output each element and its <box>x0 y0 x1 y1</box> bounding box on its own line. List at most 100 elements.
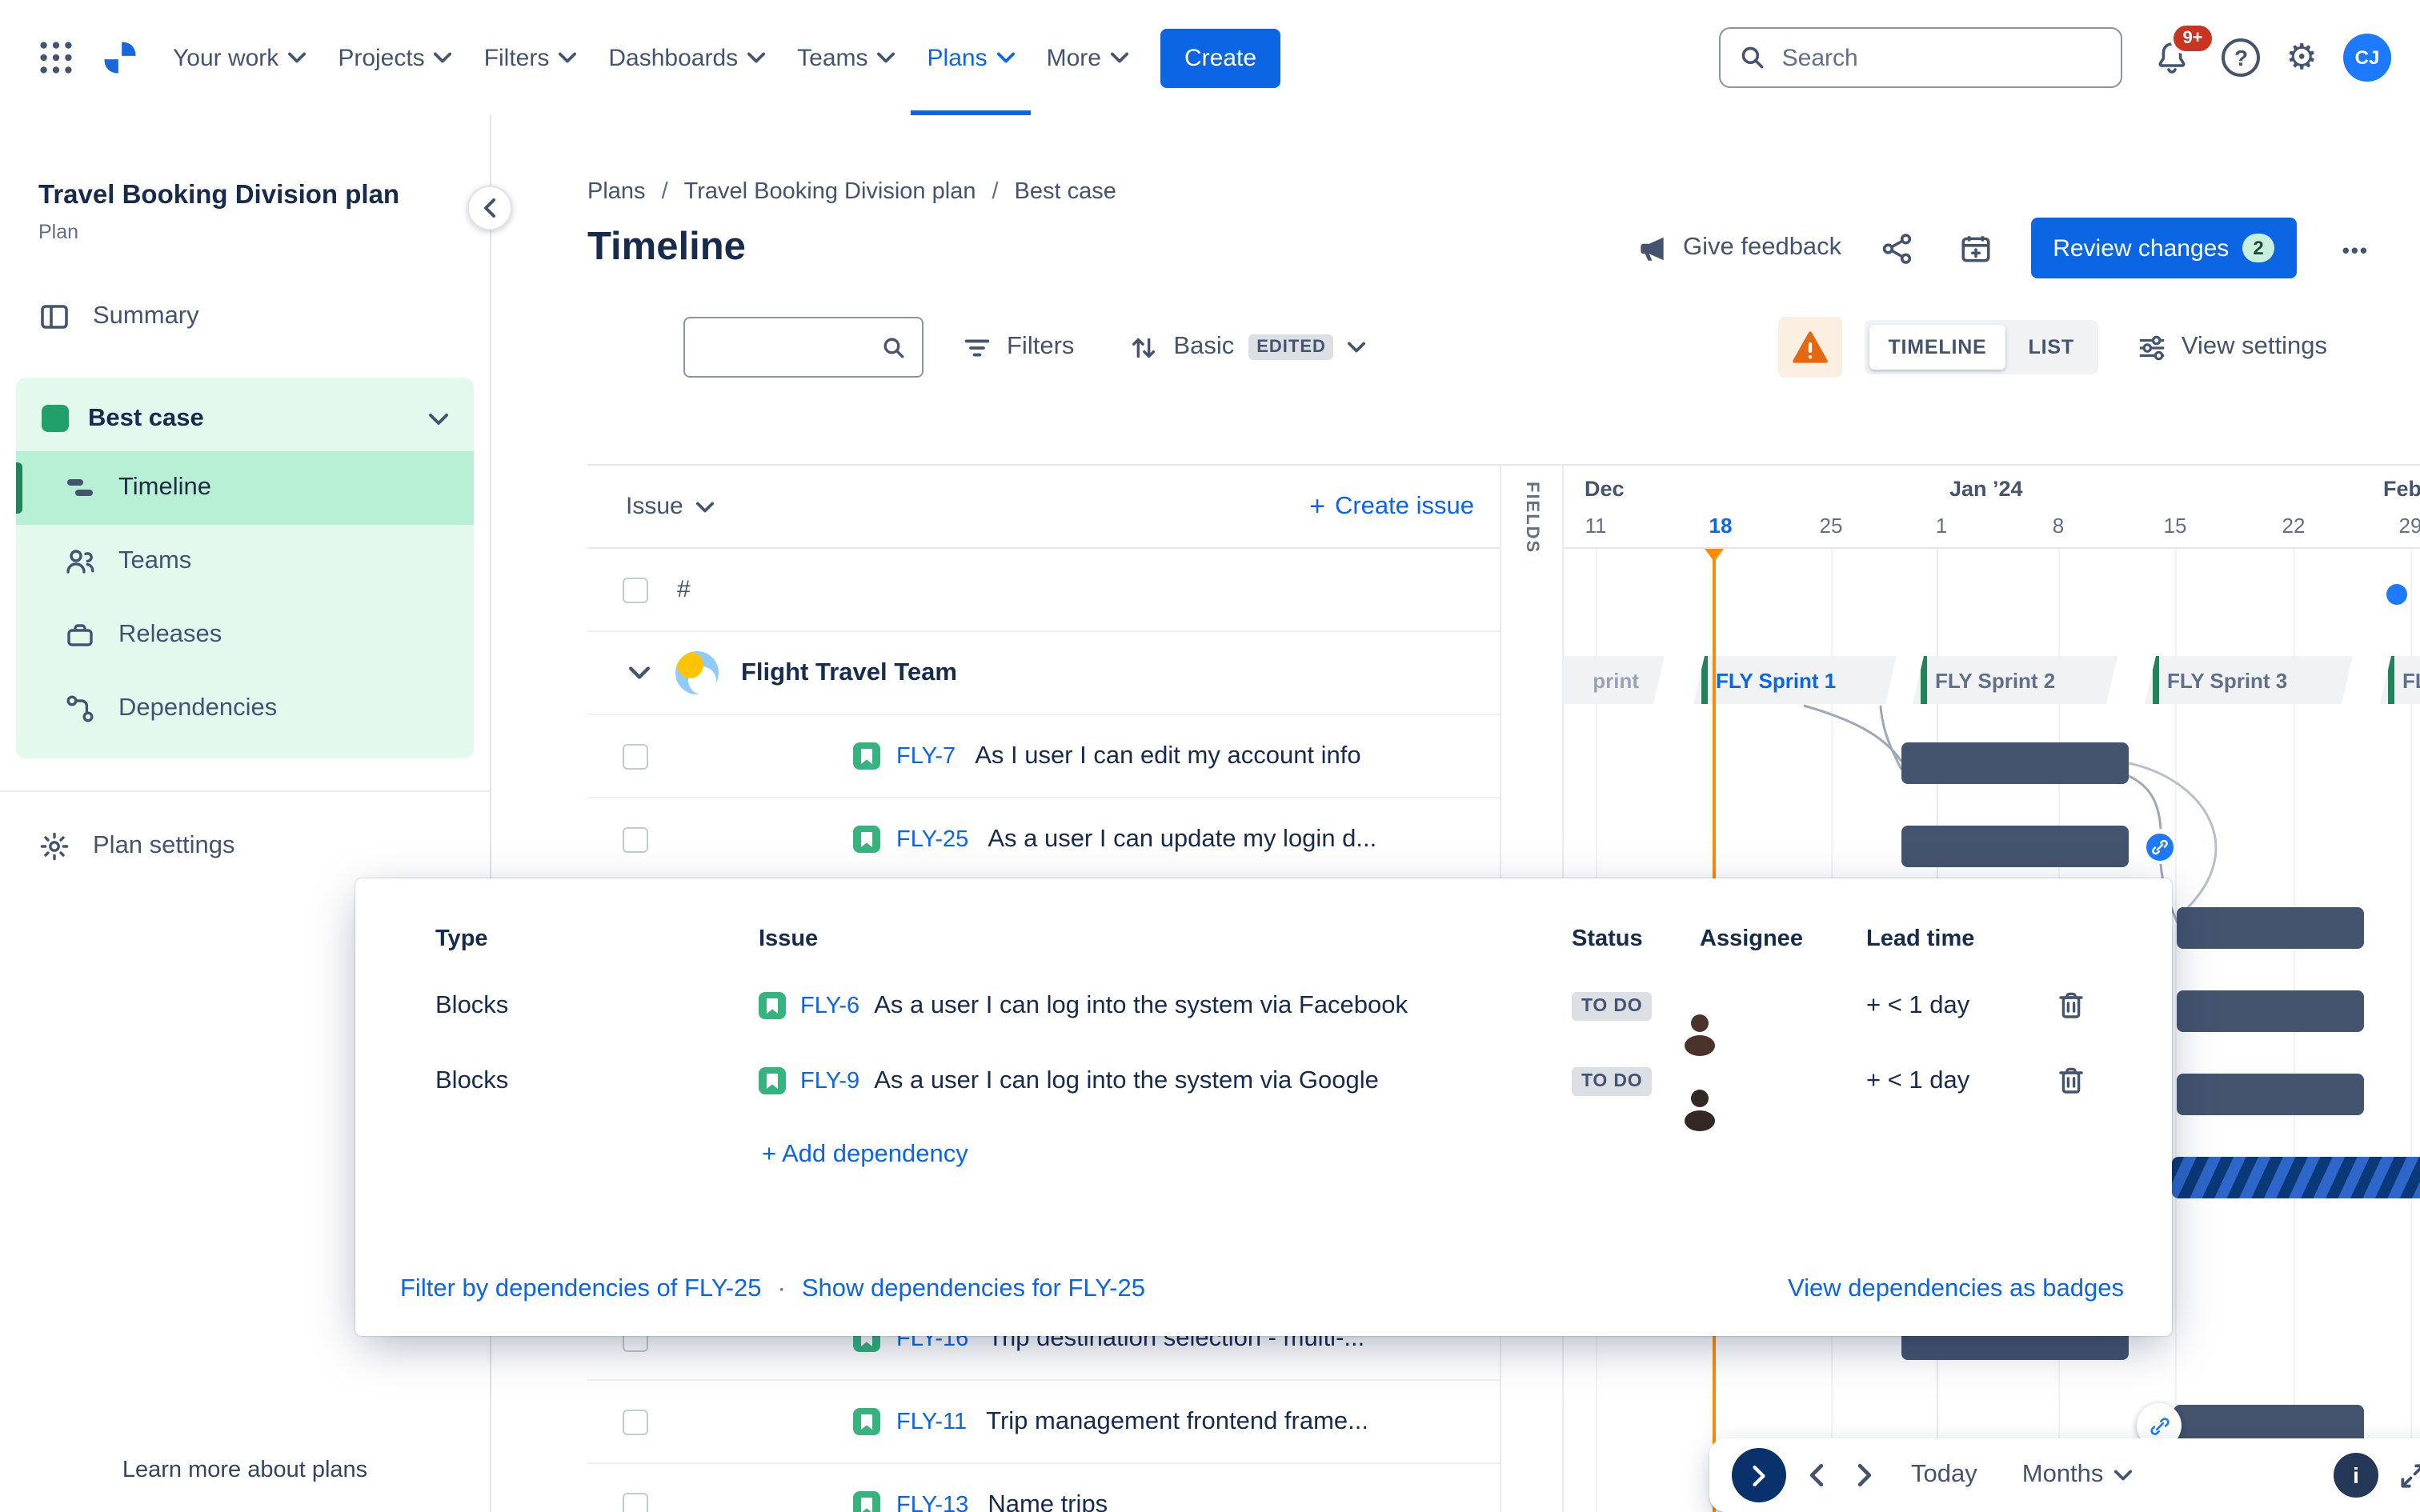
nav-more[interactable]: More <box>1031 0 1144 115</box>
warning-button[interactable] <box>1777 317 1842 378</box>
gantt-bar-striped[interactable] <box>2172 1157 2420 1198</box>
create-issue-button[interactable]: Create issue <box>1309 490 1500 522</box>
today-button[interactable]: Today <box>1895 1451 1993 1499</box>
issue-search-input[interactable] <box>701 332 883 362</box>
share-button[interactable] <box>1873 225 1920 271</box>
filters-button[interactable]: Filters <box>946 319 1090 375</box>
sprint-chip-fly-sprint-3[interactable]: FLY Sprint 3 <box>2145 656 2353 704</box>
collapse-group-chevron[interactable] <box>623 659 656 686</box>
table-row-fly-7[interactable]: FLY-7 As I user I can edit my account in… <box>587 715 1500 798</box>
sidebar-item-label: Teams <box>118 546 192 574</box>
info-button[interactable] <box>2334 1453 2378 1498</box>
row-checkbox[interactable] <box>623 577 648 602</box>
view-mode-button[interactable]: Basic EDITED <box>1112 319 1382 375</box>
nav-filters[interactable]: Filters <box>468 0 593 115</box>
table-row-fly-11[interactable]: FLY-11 Trip management frontend frame... <box>587 1381 1500 1464</box>
gantt-bar-fly-7[interactable] <box>1901 742 2129 784</box>
issue-key[interactable]: FLY-9 <box>800 1068 859 1094</box>
col-header-type: Type <box>435 926 488 952</box>
sidebar-item-releases[interactable]: Releases <box>16 598 474 671</box>
app-switcher-icon[interactable] <box>26 27 86 88</box>
sidebar-collapse-button[interactable] <box>467 186 512 230</box>
row-checkbox[interactable] <box>623 743 648 769</box>
breadcrumb-scenario[interactable]: Best case <box>1015 179 1116 205</box>
settings-gear-icon[interactable] <box>2286 40 2318 75</box>
sprint-chip-fly-sprint-1[interactable]: FLY Sprint 1 <box>1693 656 1897 704</box>
sidebar-item-summary[interactable]: Summary <box>19 284 471 348</box>
issue-summary: As a user I can log into the system via … <box>874 1066 1379 1094</box>
nav-dashboards[interactable]: Dashboards <box>592 0 781 115</box>
nav-label: Teams <box>797 44 868 71</box>
timeline-icon <box>67 478 93 496</box>
status-badge: TO DO <box>1572 992 1653 1021</box>
sidebar-item-timeline[interactable]: Timeline <box>16 450 474 525</box>
table-row-team-group[interactable]: Flight Travel Team <box>587 632 1500 715</box>
release-marker[interactable] <box>2386 584 2407 605</box>
row-checkbox[interactable] <box>623 826 648 852</box>
give-feedback-button[interactable]: Give feedback <box>1635 231 1841 265</box>
dependency-link-icon[interactable] <box>2143 830 2177 864</box>
issue-column-header[interactable]: Issue <box>587 493 714 520</box>
breadcrumb-plans[interactable]: Plans <box>587 179 646 205</box>
row-checkbox[interactable] <box>623 1409 648 1434</box>
sidebar-item-dependencies[interactable]: Dependencies <box>16 671 474 745</box>
sidebar-item-plan-settings[interactable]: Plan settings <box>19 814 471 878</box>
issue-key[interactable]: FLY-11 <box>896 1409 967 1434</box>
view-settings-button[interactable]: View settings <box>2121 319 2343 375</box>
row-checkbox[interactable] <box>623 1492 648 1512</box>
jira-logo-icon[interactable] <box>99 37 141 78</box>
scroll-left-button[interactable] <box>1799 1454 1834 1496</box>
issue-key[interactable]: FLY-25 <box>896 826 968 852</box>
nav-your-work[interactable]: Your work <box>157 0 322 115</box>
review-changes-count: 2 <box>2242 234 2275 262</box>
view-dependencies-as-badges-link[interactable]: View dependencies as badges <box>1788 1275 2124 1304</box>
issue-key[interactable]: FLY-6 <box>800 993 859 1018</box>
hash-label: # <box>677 576 691 603</box>
create-issue-label: Create issue <box>1334 492 1474 519</box>
gantt-bar[interactable] <box>2177 1074 2364 1115</box>
add-dependency-button[interactable]: + Add dependency <box>435 1141 2124 1170</box>
gantt-bar[interactable] <box>2177 990 2364 1032</box>
show-dependencies-link[interactable]: Show dependencies for FLY-25 <box>802 1275 1145 1304</box>
zoom-range-button[interactable]: Months <box>2006 1451 2149 1499</box>
nav-projects[interactable]: Projects <box>322 0 467 115</box>
delete-dependency-button[interactable] <box>2052 986 2109 1026</box>
tab-list[interactable]: LIST <box>2009 325 2093 370</box>
skip-to-button[interactable] <box>1732 1448 1786 1502</box>
table-row-fly-13[interactable]: FLY-13 Name trips <box>587 1464 1500 1512</box>
review-changes-button[interactable]: Review changes 2 <box>2030 218 2298 278</box>
tab-timeline[interactable]: TIMELINE <box>1869 325 2006 370</box>
nav-plans[interactable]: Plans <box>911 0 1031 115</box>
scroll-right-button[interactable] <box>1847 1454 1882 1496</box>
gantt-bar[interactable] <box>2177 907 2364 949</box>
sidebar-item-teams[interactable]: Teams <box>16 524 474 598</box>
more-actions-button[interactable] <box>2330 226 2382 270</box>
learn-more-link[interactable]: Learn more about plans <box>0 1458 490 1483</box>
sprint-chip-fly-sprint-4[interactable]: FLY Sprin <box>2380 656 2420 704</box>
view-mode-label: Basic <box>1173 333 1235 360</box>
issue-search-field[interactable] <box>683 317 924 378</box>
gantt-bar-fly-25[interactable] <box>1901 826 2129 867</box>
page-title: Timeline <box>587 226 746 269</box>
user-avatar[interactable]: CJ <box>2343 34 2391 82</box>
fullscreen-button[interactable] <box>2391 1454 2420 1497</box>
create-button[interactable]: Create <box>1160 28 1281 87</box>
scenario-best-case[interactable]: Best case <box>16 383 474 450</box>
table-row-fly-25[interactable]: FLY-25 As a user I can update my login d… <box>587 798 1500 882</box>
filter-by-dependencies-link[interactable]: Filter by dependencies of FLY-25 <box>400 1275 762 1304</box>
sprint-chip-fly-sprint-2[interactable]: FLY Sprint 2 <box>1913 656 2118 704</box>
help-icon[interactable] <box>2222 38 2261 77</box>
issue-key[interactable]: FLY-7 <box>896 743 956 769</box>
delete-dependency-button[interactable] <box>2052 1061 2109 1101</box>
notifications-button[interactable]: 9+ <box>2149 22 2216 82</box>
nav-teams[interactable]: Teams <box>781 0 911 115</box>
breadcrumb-plan[interactable]: Travel Booking Division plan <box>684 179 976 205</box>
issue-key[interactable]: FLY-13 <box>896 1492 968 1512</box>
dependencies-popup: Type Issue Status Assignee Lead time Blo… <box>355 878 2172 1336</box>
issue-header-label: Issue <box>626 493 683 520</box>
global-search[interactable] <box>1719 27 2123 88</box>
sprint-label: FLY Sprint 2 <box>1935 668 2056 692</box>
sprint-chip-past[interactable]: print <box>1564 656 1665 704</box>
save-view-button[interactable] <box>1952 225 1998 271</box>
search-input[interactable] <box>1778 42 2102 73</box>
